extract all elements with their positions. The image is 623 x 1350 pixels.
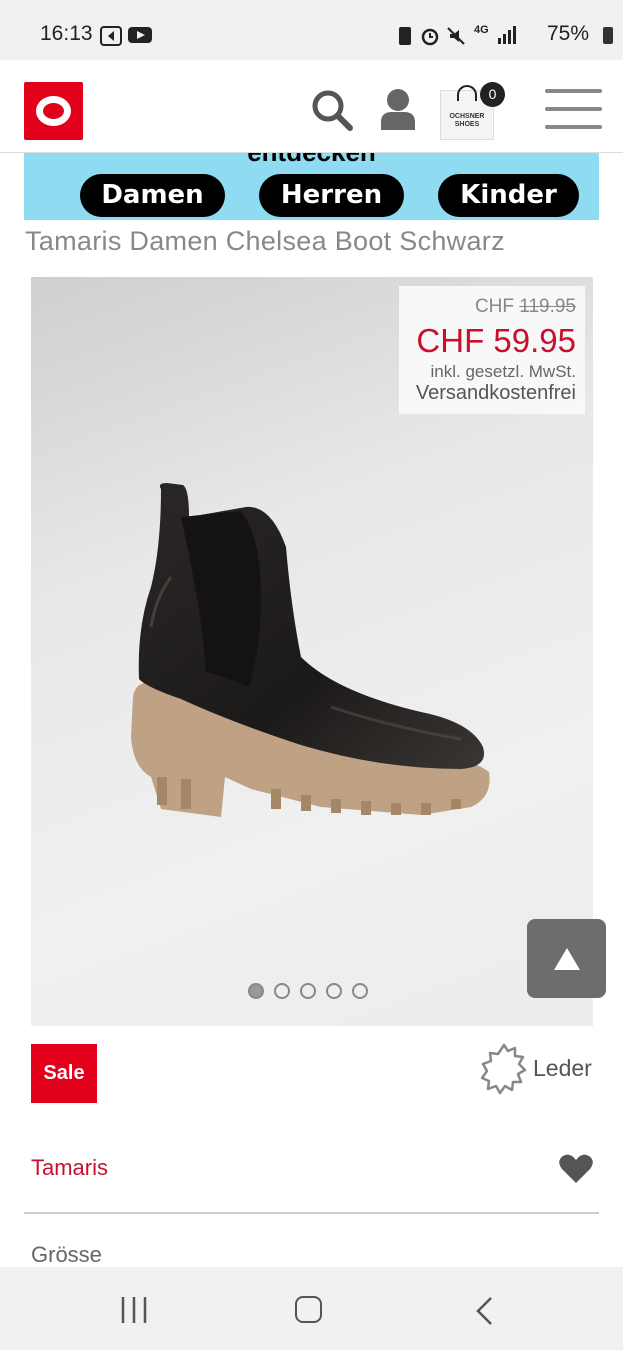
- vat-note: inkl. gesetzl. MwSt.: [430, 362, 577, 381]
- search-icon[interactable]: [311, 89, 353, 131]
- gallery-dot[interactable]: [300, 983, 316, 999]
- sale-price: CHF 59.95: [416, 322, 576, 359]
- site-header: OCHSNER SHOES: [0, 60, 623, 153]
- leather-icon: [481, 1043, 527, 1095]
- scroll-to-top-button[interactable]: [527, 919, 606, 998]
- cart-count-badge: 0: [480, 82, 505, 107]
- sync-icon: [399, 27, 411, 45]
- boot-image: [131, 483, 490, 817]
- shipping-note: Versandkostenfrei: [415, 382, 576, 404]
- heart-icon[interactable]: [558, 1153, 594, 1185]
- notification-app-icon: [100, 26, 122, 46]
- gallery-dot[interactable]: [274, 983, 290, 999]
- youtube-icon: [128, 27, 152, 43]
- home-icon[interactable]: [295, 1296, 322, 1323]
- sale-badge: Sale: [31, 1044, 97, 1103]
- alarm-icon: [421, 28, 439, 46]
- system-nav-bar: [0, 1267, 623, 1350]
- divider: [24, 1212, 599, 1214]
- gallery-dot[interactable]: [352, 983, 368, 999]
- product-image-gallery[interactable]: CHF 119.95 CHF 59.95 inkl. gesetzl. MwSt…: [31, 277, 593, 1026]
- product-title: Tamaris Damen Chelsea Boot Schwarz: [25, 226, 505, 256]
- gallery-dot[interactable]: [326, 983, 342, 999]
- gallery-dot[interactable]: [248, 983, 264, 999]
- category-damen-button[interactable]: Damen: [80, 174, 225, 217]
- old-price: CHF 119.95: [474, 296, 576, 317]
- recent-apps-icon[interactable]: [121, 1297, 149, 1323]
- price-box: CHF 119.95 CHF 59.95 inkl. gesetzl. MwSt…: [399, 286, 585, 414]
- ochsner-logo[interactable]: [24, 82, 83, 140]
- clock: 16:13: [40, 22, 93, 45]
- status-bar: 16:13 4G 75%: [0, 0, 623, 60]
- battery-level: 75%: [546, 22, 589, 45]
- back-icon[interactable]: [474, 1296, 494, 1326]
- cart-brand-text: OCHSNER SHOES: [449, 113, 485, 128]
- arrow-up-icon: [554, 948, 580, 970]
- mute-icon: [447, 27, 465, 45]
- banner-headline: entdecken: [24, 153, 599, 168]
- battery-icon: [603, 27, 613, 44]
- hamburger-menu-icon[interactable]: [545, 89, 602, 129]
- category-kinder-button[interactable]: Kinder: [438, 174, 579, 217]
- network-type: 4G: [474, 24, 489, 36]
- account-icon[interactable]: [380, 88, 416, 130]
- brand-link[interactable]: Tamaris: [31, 1155, 108, 1181]
- category-banner: entdecken Damen Herren Kinder: [24, 153, 599, 220]
- gallery-pagination: [248, 983, 378, 1004]
- size-label: Grösse: [31, 1242, 102, 1267]
- category-herren-button[interactable]: Herren: [259, 174, 404, 217]
- material-label: Leder: [533, 1055, 592, 1081]
- signal-icon: [498, 26, 516, 44]
